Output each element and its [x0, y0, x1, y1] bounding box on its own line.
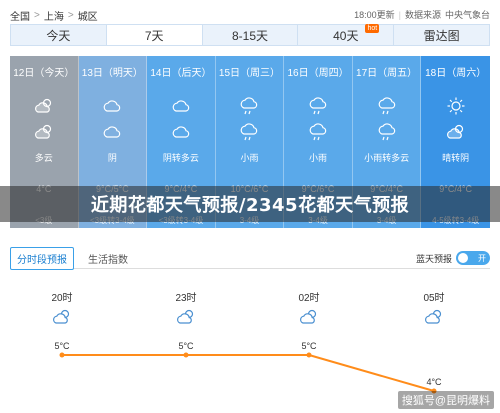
cloud-icon: [101, 97, 123, 115]
hour-temperature: 5°C: [54, 341, 70, 351]
temperature-point: [59, 352, 65, 358]
breadcrumb-item-district[interactable]: 城区: [78, 8, 98, 23]
watermark: 搜狐号@昆明爆料: [397, 391, 494, 409]
hour-time: 05时: [423, 293, 445, 304]
day-label: 14日（后天）: [150, 68, 212, 79]
cloud-sun-icon: [298, 308, 320, 324]
title-banner: 近期花都天气预报/2345花都天气预报: [0, 186, 500, 222]
cloud-sun-icon: [33, 123, 55, 141]
day-condition: 阴: [107, 153, 117, 163]
hour-time: 23时: [175, 293, 197, 304]
subtabs: 分时段预报 生活指数 蓝天预报 开: [10, 247, 490, 270]
day-condition: 晴转阴: [442, 153, 470, 163]
day-label: 12日（今天）: [13, 68, 75, 79]
day-label: 13日（明天）: [81, 68, 143, 79]
subtab-hourly[interactable]: 分时段预报: [10, 247, 74, 270]
rain-icon: [238, 97, 260, 115]
tab-8-15days[interactable]: 8-15天: [203, 25, 299, 45]
rain-icon: [376, 123, 398, 141]
toggle-label: 蓝天预报: [415, 253, 452, 264]
hot-badge: hot: [365, 24, 380, 33]
subtab-life-index[interactable]: 生活指数: [82, 248, 134, 269]
cloud-sun-icon: [423, 308, 445, 324]
tab-label: 40天: [333, 28, 359, 43]
day-label: 16日（周四）: [287, 68, 349, 79]
hour-temperature: 5°C: [301, 341, 317, 351]
cloud-sun-icon: [51, 308, 73, 324]
blue-sky-toggle[interactable]: 开: [456, 251, 490, 265]
breadcrumb: 全国 > 上海 > 城区: [10, 8, 98, 23]
sun-icon: [445, 97, 467, 115]
blue-sky-toggle-area: 蓝天预报 开: [416, 251, 490, 265]
rain-icon: [307, 97, 329, 115]
rain-icon: [307, 123, 329, 141]
tab-today[interactable]: 今天: [11, 25, 107, 45]
source-label: 数据来源: [404, 10, 441, 20]
banner-title: 近期花都天气预报/2345花都天气预报: [90, 195, 410, 216]
day-label: 18日（周六）: [425, 68, 487, 79]
rain-icon: [238, 123, 260, 141]
sun-icon: [445, 123, 467, 141]
day-condition: 小雨: [240, 153, 259, 163]
forecast-tabs: 今天 7天 8-15天 40天 hot 雷达图: [10, 24, 490, 46]
tab-label: 今天: [46, 28, 71, 43]
cloud-icon: [101, 123, 123, 141]
cloud-sun-icon: [175, 308, 197, 324]
breadcrumb-separator: >: [34, 9, 40, 21]
breadcrumb-separator: >: [67, 9, 74, 21]
temperature-point: [183, 352, 189, 358]
tab-40days[interactable]: 40天 hot: [298, 24, 395, 45]
day-condition: 小雨转多云: [364, 153, 410, 163]
breadcrumb-item-country[interactable]: 全国: [10, 8, 30, 23]
tab-label: 7天: [144, 28, 164, 43]
tab-7days[interactable]: 7天: [106, 25, 203, 45]
day-condition: 小雨: [309, 153, 328, 163]
hour-time: 02时: [298, 293, 320, 304]
day-label: 17日（周五）: [356, 68, 418, 79]
hour-time: 20时: [51, 293, 73, 304]
breadcrumb-item-city[interactable]: 上海: [44, 8, 64, 23]
day-label: 15日（周三）: [218, 68, 281, 79]
source-name: 中央气象台: [444, 10, 490, 20]
divider: |: [398, 9, 401, 20]
hour-temperature: 4°C: [426, 377, 442, 387]
cloud-sun-icon: [33, 97, 55, 115]
cloud-icon: [170, 123, 192, 141]
tab-radar[interactable]: 雷达图: [394, 25, 489, 45]
rain-icon: [376, 97, 398, 115]
cloud-icon: [170, 97, 192, 115]
toggle-state: 开: [478, 253, 486, 263]
day-condition: 阴转多云: [162, 153, 199, 163]
temperature-point: [306, 352, 312, 358]
hour-temperature: 5°C: [178, 341, 194, 351]
day-condition: 多云: [34, 153, 53, 163]
update-time: 18:00更新: [354, 10, 395, 20]
tab-label: 8-15天: [231, 28, 268, 43]
tab-label: 雷达图: [423, 28, 460, 43]
update-info: 18:00更新 | 数据来源 中央气象台: [354, 8, 490, 21]
